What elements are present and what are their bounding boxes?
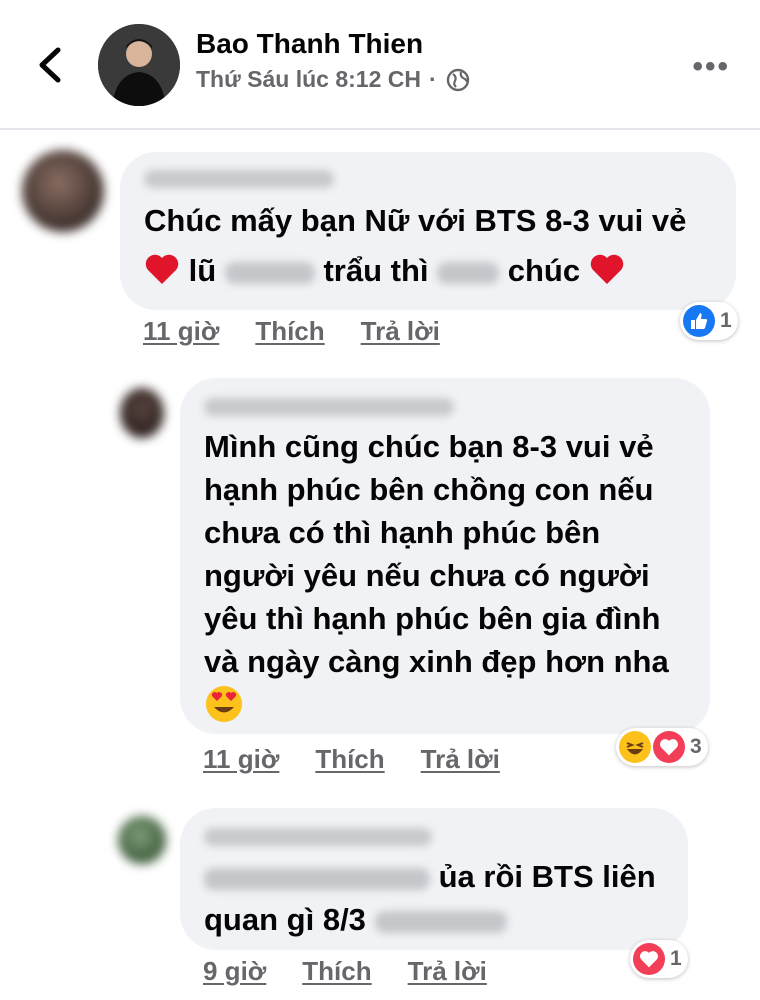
comment-text-line: Chúc mấy bạn Nữ với BTS 8-3 vui vẻ	[144, 203, 687, 238]
post-timestamp[interactable]: Thứ Sáu lúc 8:12 CH	[196, 66, 421, 93]
commenter-avatar[interactable]	[22, 150, 104, 232]
love-icon	[653, 731, 685, 763]
comment-text-line: yêu thì hạnh phúc bên gia đình	[204, 601, 661, 636]
reaction-count: 1	[720, 309, 732, 332]
comment-time[interactable]: 11 giờ	[203, 744, 279, 775]
reaction-summary[interactable]: 1	[630, 940, 688, 978]
comment-text-line: lũ trẩu thì chúc	[144, 250, 625, 292]
reply-button[interactable]: Trả lời	[361, 316, 440, 347]
comment-time[interactable]: 11 giờ	[143, 316, 219, 347]
reaction-count: 3	[690, 735, 702, 758]
haha-icon	[619, 731, 651, 763]
blurred-word	[224, 261, 315, 284]
comment-text-line: và ngày càng xinh đẹp hơn nha	[204, 644, 669, 679]
post-header: Bao Thanh Thien Thứ Sáu lúc 8:12 CH · ••…	[0, 0, 760, 130]
commenter-name-blurred[interactable]	[144, 170, 334, 188]
reaction-summary[interactable]: 1	[680, 302, 738, 340]
reply-button[interactable]: Trả lời	[421, 744, 500, 775]
meta-separator: ·	[428, 66, 437, 92]
love-icon	[633, 943, 665, 975]
red-heart-icon	[145, 254, 179, 284]
commenter-name-blurred[interactable]	[204, 398, 454, 416]
reply-button[interactable]: Trả lời	[408, 956, 487, 987]
poster-name[interactable]: Bao Thanh Thien	[196, 28, 423, 60]
like-button[interactable]: Thích	[302, 956, 371, 987]
reaction-summary[interactable]: 3	[616, 728, 708, 766]
comment-text-line: ủa rồi BTS liên	[204, 856, 656, 898]
comment-actions: 11 giờ Thích Trả lời	[143, 316, 440, 347]
blurred-word	[437, 261, 500, 284]
commenter-avatar[interactable]	[118, 816, 166, 864]
comment-actions: 11 giờ Thích Trả lời	[203, 744, 500, 775]
more-options-icon[interactable]: •••	[692, 50, 730, 84]
comment-text-line: chưa có thì hạnh phúc bên	[204, 515, 601, 550]
back-arrow-icon[interactable]	[30, 40, 70, 90]
globe-icon	[446, 68, 469, 91]
comment-text-line: người yêu nếu chưa có người	[204, 558, 650, 593]
comment-text-line: hạnh phúc bên chồng con nếu	[204, 472, 654, 507]
comment-text-line: Mình cũng chúc bạn 8-3 vui vẻ	[204, 429, 654, 464]
like-button[interactable]: Thích	[315, 744, 384, 775]
reaction-count: 1	[670, 947, 682, 970]
red-heart-icon	[590, 254, 623, 284]
poster-avatar[interactable]	[98, 24, 180, 106]
commenter-avatar[interactable]	[120, 388, 164, 438]
blurred-word	[374, 910, 507, 933]
commenter-name-blurred[interactable]	[204, 828, 432, 846]
comment-time[interactable]: 9 giờ	[203, 956, 266, 987]
blurred-mention[interactable]	[204, 867, 430, 890]
comment-actions: 9 giờ Thích Trả lời	[203, 956, 487, 987]
post-meta: Thứ Sáu lúc 8:12 CH ·	[196, 66, 471, 93]
like-icon	[683, 305, 715, 337]
comment-text-line: quan gì 8/3	[204, 899, 507, 941]
heart-eyes-emoji-icon	[206, 686, 242, 722]
like-button[interactable]: Thích	[255, 316, 324, 347]
